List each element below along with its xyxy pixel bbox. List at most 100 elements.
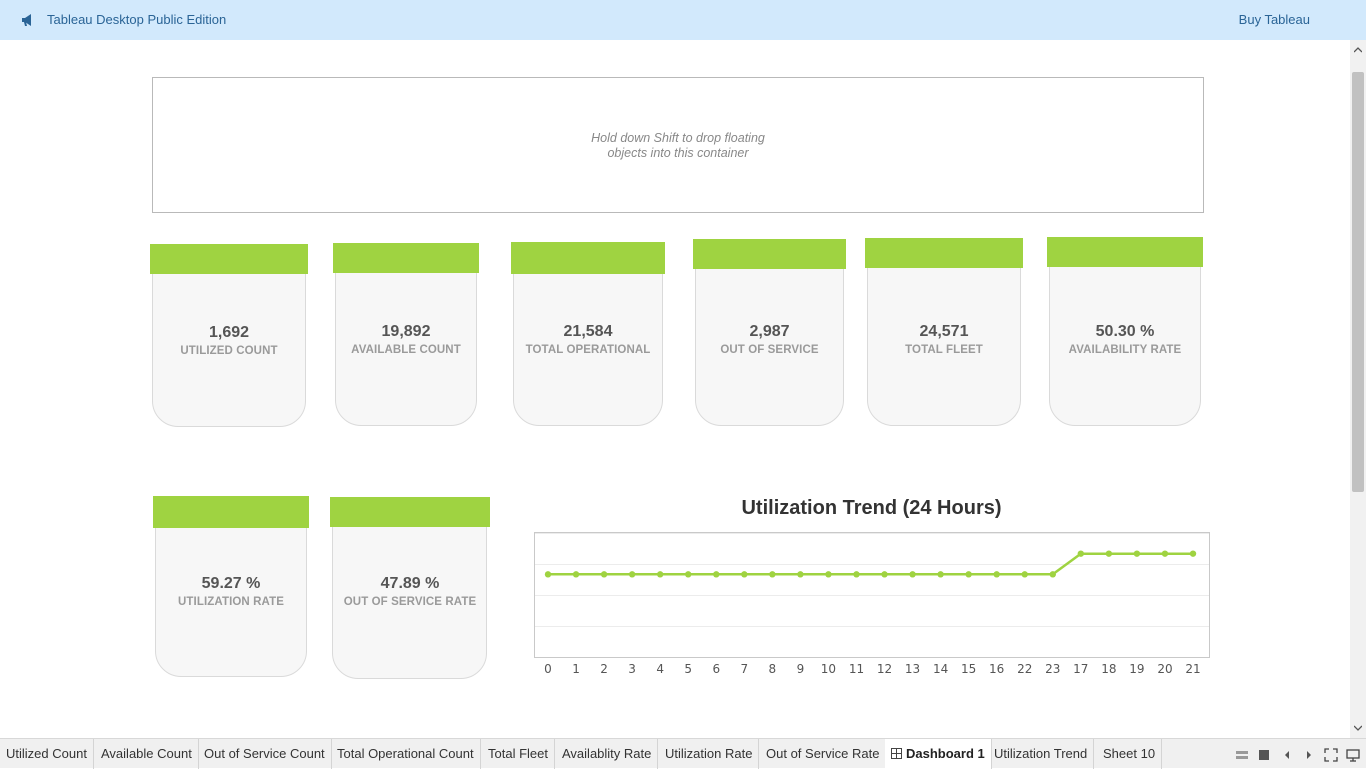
- x-tick-label: 10: [821, 662, 836, 676]
- kpi-total-operational[interactable]: 21,584 TOTAL OPERATIONAL: [511, 242, 665, 426]
- tab-total-fleet[interactable]: Total Fleet: [482, 739, 555, 769]
- x-tick-label: 15: [961, 662, 976, 676]
- tab-label: Utilized Count: [6, 746, 87, 761]
- kpi-out-of-service-rate[interactable]: 47.89 % OUT OF SERVICE RATE: [330, 497, 490, 679]
- x-tick-label: 14: [933, 662, 948, 676]
- kpi-value: 21,584: [563, 323, 613, 340]
- x-tick-label: 11: [849, 662, 864, 676]
- floating-drop-container[interactable]: Hold down Shift to drop floating objects…: [152, 77, 1204, 213]
- utilization-trend-chart[interactable]: 0 1 2 3 4 5 6 7 8 9 10 11 12 13 14 15 16 22 23 17 18 19 20 21: [534, 532, 1210, 680]
- tab-label: Total Fleet: [488, 746, 548, 761]
- kpi-value: 47.89 %: [380, 575, 440, 592]
- kpi-value: 2,987: [749, 323, 790, 340]
- kpi-utilization-rate[interactable]: 59.27 % UTILIZATION RATE: [153, 496, 309, 677]
- data-point[interactable]: [1077, 550, 1085, 557]
- chart-title: Utilization Trend (24 Hours): [741, 497, 1002, 519]
- dashboard-icon: [891, 748, 902, 759]
- data-point[interactable]: [825, 571, 832, 578]
- show-sheet-sorter-icon[interactable]: [1235, 748, 1249, 762]
- scroll-up-icon[interactable]: [1354, 46, 1362, 54]
- kpi-accent-band: [330, 497, 490, 527]
- x-tick-label: 16: [989, 662, 1004, 676]
- kpi-total-fleet[interactable]: 24,571 TOTAL FLEET: [865, 238, 1023, 426]
- data-point[interactable]: [685, 571, 692, 578]
- kpi-card-body: [335, 257, 477, 426]
- kpi-available-count[interactable]: 19,892 AVAILABLE COUNT: [333, 243, 479, 426]
- x-tick-label: 6: [712, 662, 720, 676]
- data-point[interactable]: [656, 571, 664, 578]
- x-tick-label: 9: [797, 662, 805, 676]
- data-point[interactable]: [1189, 550, 1197, 557]
- buy-tableau-link[interactable]: Buy Tableau: [1239, 12, 1310, 27]
- x-tick-label: 12: [877, 662, 892, 676]
- kpi-accent-band: [333, 243, 479, 273]
- kpi-value: 24,571: [919, 323, 969, 340]
- presentation-mode-icon[interactable]: [1346, 748, 1360, 762]
- data-point[interactable]: [993, 571, 1000, 578]
- app-title: Tableau Desktop Public Edition: [47, 12, 227, 27]
- kpi-card-body: [332, 511, 487, 679]
- kpi-accent-band: [153, 496, 309, 528]
- tab-availability-rate[interactable]: Availablity Rate: [556, 739, 659, 769]
- x-tick-label: 20: [1157, 662, 1172, 676]
- tab-label: Utilization Trend: [994, 746, 1088, 761]
- megaphone-icon[interactable]: [20, 12, 36, 28]
- kpi-availability-rate[interactable]: 50.30 % AVAILABILITY RATE: [1047, 237, 1203, 426]
- scrollbar-thumb[interactable]: [1352, 72, 1364, 492]
- tab-out-of-service-count[interactable]: Out of Service Count: [198, 739, 332, 769]
- x-tick-label: 1: [572, 662, 580, 676]
- data-point[interactable]: [572, 571, 580, 578]
- tab-dashboard-1[interactable]: Dashboard 1: [885, 739, 992, 769]
- tab-label: Out of Service Count: [204, 746, 325, 761]
- x-tick-label: 13: [905, 662, 920, 676]
- tab-total-operational-count[interactable]: Total Operational Count: [331, 739, 481, 769]
- kpi-label: OUT OF SERVICE RATE: [343, 596, 477, 608]
- data-point[interactable]: [1105, 550, 1113, 557]
- data-point[interactable]: [797, 571, 804, 578]
- x-tick-label: 7: [740, 662, 748, 676]
- tab-utilization-trend[interactable]: Utilization Trend: [988, 739, 1095, 769]
- vertical-scrollbar[interactable]: [1350, 40, 1366, 738]
- kpi-accent-band: [1047, 237, 1203, 267]
- fullscreen-icon[interactable]: [1324, 748, 1338, 762]
- data-point[interactable]: [600, 571, 608, 578]
- kpi-out-of-service[interactable]: 2,987 OUT OF SERVICE: [693, 239, 846, 426]
- data-point[interactable]: [628, 571, 636, 578]
- data-point[interactable]: [1021, 571, 1028, 578]
- x-tick-label: 3: [628, 662, 636, 676]
- scroll-down-icon[interactable]: [1354, 724, 1362, 732]
- tab-utilization-rate[interactable]: Utilization Rate: [659, 739, 760, 769]
- x-tick-label: 18: [1101, 662, 1116, 676]
- next-sheet-icon[interactable]: [1302, 748, 1316, 762]
- kpi-value: 19,892: [381, 323, 431, 340]
- data-point[interactable]: [1049, 571, 1056, 578]
- data-point[interactable]: [544, 571, 552, 578]
- data-point[interactable]: [741, 571, 748, 578]
- kpi-utilized-count[interactable]: 1,692 UTILIZED COUNT: [150, 244, 308, 427]
- previous-sheet-icon[interactable]: [1280, 748, 1294, 762]
- show-filmstrip-icon[interactable]: [1257, 748, 1271, 762]
- tab-label: Availablity Rate: [562, 746, 652, 761]
- kpi-accent-band: [150, 244, 308, 274]
- data-point[interactable]: [909, 571, 916, 578]
- kpi-card-body: [513, 256, 663, 426]
- drop-hint-line-1: Hold down Shift to drop floating: [591, 131, 765, 145]
- tab-utilized-count[interactable]: Utilized Count: [0, 739, 94, 769]
- tab-out-of-service-rate[interactable]: Out of Service Rate: [760, 739, 887, 769]
- data-point[interactable]: [769, 571, 776, 578]
- data-point[interactable]: [965, 571, 972, 578]
- data-point[interactable]: [937, 571, 944, 578]
- tab-label: Utilization Rate: [665, 746, 753, 761]
- data-point[interactable]: [853, 571, 860, 578]
- kpi-label: AVAILABLE COUNT: [351, 344, 461, 356]
- kpi-value: 50.30 %: [1095, 323, 1155, 340]
- data-point[interactable]: [1161, 550, 1169, 557]
- data-point[interactable]: [881, 571, 888, 578]
- tab-label: Out of Service Rate: [766, 746, 880, 761]
- tab-sheet-10[interactable]: Sheet 10: [1097, 739, 1163, 769]
- data-point[interactable]: [713, 571, 720, 578]
- data-point[interactable]: [1133, 550, 1141, 557]
- kpi-label: OUT OF SERVICE: [720, 344, 819, 356]
- x-tick-label: 19: [1129, 662, 1144, 676]
- tab-available-count[interactable]: Available Count: [95, 739, 199, 769]
